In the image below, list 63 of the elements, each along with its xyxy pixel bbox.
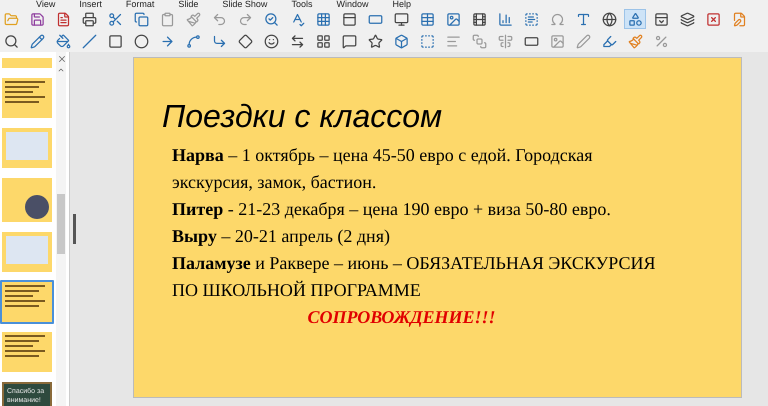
menu-item[interactable]: Insert: [79, 0, 102, 8]
align-icon: [446, 34, 460, 48]
omega-icon: [550, 12, 564, 26]
table-icon: [420, 12, 434, 26]
menu-item[interactable]: View: [36, 0, 56, 8]
double-arrow-icon: [290, 34, 304, 48]
callout-icon: [342, 34, 356, 48]
folder-icon: [4, 12, 18, 26]
diamond-icon: [238, 34, 252, 48]
clipboard-icon: [160, 12, 174, 26]
shapes-icon: [628, 12, 642, 26]
scrollbar-thumb[interactable]: [57, 194, 65, 254]
grid-icon: [316, 12, 330, 26]
film-icon: [472, 12, 486, 26]
panel-icon: [342, 12, 356, 26]
draw-functions-button[interactable]: [624, 9, 646, 29]
rectangle-icon: [108, 34, 122, 48]
paintbrush-icon: [186, 12, 200, 26]
monitor-icon: [394, 12, 408, 26]
slide-thumbnail[interactable]: [0, 76, 54, 120]
redo-icon: [238, 12, 252, 26]
menu-item[interactable]: Format: [126, 0, 154, 8]
image-icon: [446, 12, 460, 26]
slide-emphasis: СОПРОВОЖДЕНИЕ!!!: [306, 306, 497, 329]
printer-icon: [82, 12, 96, 26]
scissors-icon: [108, 12, 122, 26]
slide-paragraph: Выру – 20-21 апрель (2 дня): [172, 225, 391, 248]
scrollbar[interactable]: [56, 52, 66, 406]
scroll-up-icon[interactable]: [57, 66, 65, 74]
slide-paragraph: Нарва – 1 октябрь – цена 45-50 евро с едой. Городская экскурсия, замок, бастион.: [172, 144, 594, 194]
menu-item[interactable]: Slide: [178, 0, 198, 8]
fill-color-icon: [56, 34, 70, 48]
connector-icon: [212, 34, 226, 48]
ellipse-icon: [134, 34, 148, 48]
slide-thumbnail[interactable]: [0, 230, 54, 274]
copy-icon: [134, 12, 148, 26]
close-icon[interactable]: [57, 54, 67, 64]
star-icon: [368, 34, 382, 48]
menu-item[interactable]: Help: [392, 0, 411, 8]
slide-thumbnail[interactable]: [0, 126, 54, 170]
thumbnail-table-drawing: [6, 236, 48, 264]
thumbnail-table-drawing: [6, 132, 48, 160]
menu-item[interactable]: Window: [336, 0, 368, 8]
slide-thumbnail[interactable]: [0, 56, 54, 70]
edit-icon: [732, 12, 746, 26]
line-icon: [82, 34, 96, 48]
pane-handle[interactable]: [72, 214, 76, 244]
slide-thumbnail[interactable]: [0, 176, 54, 224]
slide-thumbnail[interactable]: [0, 280, 54, 324]
save-icon: [30, 12, 44, 26]
undo-icon: [212, 12, 226, 26]
zoom-icon: [4, 34, 18, 48]
smiley-icon: [264, 34, 278, 48]
arrow-icon: [160, 34, 174, 48]
slide-paragraph: Питер - 21-23 декабря – цена 190 евро + виза 50-80 евро.: [172, 198, 612, 221]
menu-item[interactable]: Slide Show: [222, 0, 268, 8]
slide-paragraph: Паламузе и Раквере – июнь – ОБЯЗАТЕЛЬНАЯ ЭКСКУРСИЯ ПО ШКОЛЬНОЙ ПРОГРАММЕ: [172, 252, 656, 302]
slide-title: Поездки с классом: [162, 97, 443, 136]
menu-item[interactable]: Tools: [291, 0, 312, 8]
chart-icon: [498, 12, 512, 26]
photo-placeholder: [25, 195, 49, 219]
curve-icon: [186, 34, 200, 48]
slide-thumbnail[interactable]: [0, 330, 54, 374]
